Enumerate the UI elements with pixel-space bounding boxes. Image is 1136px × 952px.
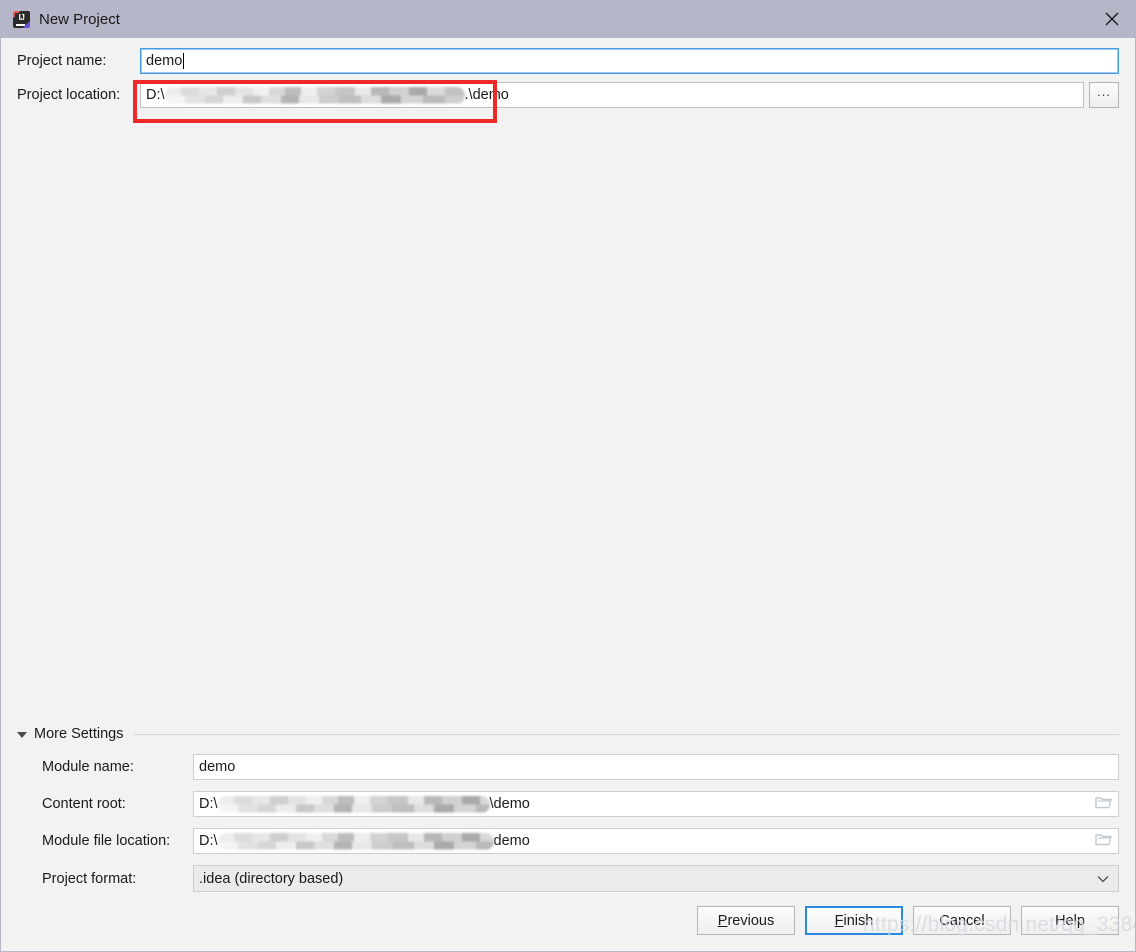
close-icon[interactable] (1089, 0, 1135, 38)
more-settings-header[interactable]: More Settings (17, 726, 1119, 742)
module-file-location-prefix: D:\ (199, 833, 218, 849)
module-name-input[interactable]: demo (193, 754, 1119, 780)
help-button-label: Help (1055, 912, 1085, 929)
dialog-button-bar: Previous Finish Cancel Help (697, 906, 1119, 935)
module-file-location-label: Module file location: (42, 833, 171, 849)
project-location-label: Project location: (17, 87, 121, 103)
top-form: Project name: demo Project location: D:\… (1, 38, 1135, 123)
module-name-row: Module name: demo (17, 754, 1119, 780)
text-caret (183, 53, 185, 69)
more-settings-section: More Settings Module name: demo Content … (17, 726, 1119, 903)
finish-button-label: inish (843, 912, 874, 929)
more-settings-body: Module name: demo Content root: D:\ \demo (17, 754, 1119, 892)
title-bar: IJ New Project (1, 0, 1135, 38)
finish-button[interactable]: Finish (805, 906, 903, 935)
window-title: New Project (39, 10, 120, 28)
more-settings-label: More Settings (34, 726, 124, 742)
project-location-prefix: D:\ (146, 87, 165, 103)
finish-button-mnemonic: F (834, 912, 844, 929)
module-name-label: Module name: (42, 759, 134, 775)
folder-icon[interactable] (1095, 795, 1112, 813)
content-root-prefix: D:\ (199, 796, 218, 812)
content-root-input[interactable]: D:\ \demo (193, 791, 1119, 817)
project-format-select[interactable]: .idea (directory based) (193, 865, 1119, 892)
help-button[interactable]: Help (1021, 906, 1119, 935)
project-location-suffix: .\demo (464, 87, 509, 103)
module-file-location-row: Module file location: D:\ demo (17, 828, 1119, 854)
intellij-idea-icon: IJ (13, 10, 30, 28)
new-project-dialog: IJ New Project Project name: demo Projec… (0, 0, 1136, 952)
chevron-down-icon (1097, 871, 1109, 887)
project-location-row: Project location: D:\ .\demo ... (17, 82, 1119, 108)
content-root-row: Content root: D:\ \demo (17, 791, 1119, 817)
cancel-button[interactable]: Cancel (913, 906, 1011, 935)
module-name-value: demo (199, 759, 236, 775)
folder-icon[interactable] (1095, 832, 1112, 850)
redacted-path-segment (217, 795, 490, 813)
previous-button-mnemonic: P (717, 912, 728, 929)
section-divider (134, 733, 1119, 735)
module-file-location-input[interactable]: D:\ demo (193, 828, 1119, 854)
previous-button[interactable]: Previous (697, 906, 795, 935)
project-name-row: Project name: demo (17, 48, 1119, 74)
triangle-down-icon (17, 732, 27, 738)
project-location-input[interactable]: D:\ .\demo (140, 82, 1084, 108)
project-format-value: .idea (directory based) (199, 870, 344, 887)
project-name-label: Project name: (17, 53, 107, 69)
project-name-value: demo (146, 53, 183, 69)
module-file-location-suffix: demo (493, 833, 530, 849)
cancel-button-label: Cancel (939, 912, 985, 929)
content-root-label: Content root: (42, 796, 126, 812)
project-format-row: Project format: .idea (directory based) (17, 865, 1119, 892)
browse-button-label: ... (1097, 84, 1111, 99)
redacted-path-segment (164, 86, 465, 104)
browse-location-button[interactable]: ... (1089, 82, 1119, 108)
project-name-input[interactable]: demo (140, 48, 1119, 74)
content-root-suffix: \demo (489, 796, 530, 812)
redacted-path-segment (217, 832, 494, 850)
previous-button-label: revious (727, 912, 775, 929)
project-format-label: Project format: (42, 870, 137, 887)
